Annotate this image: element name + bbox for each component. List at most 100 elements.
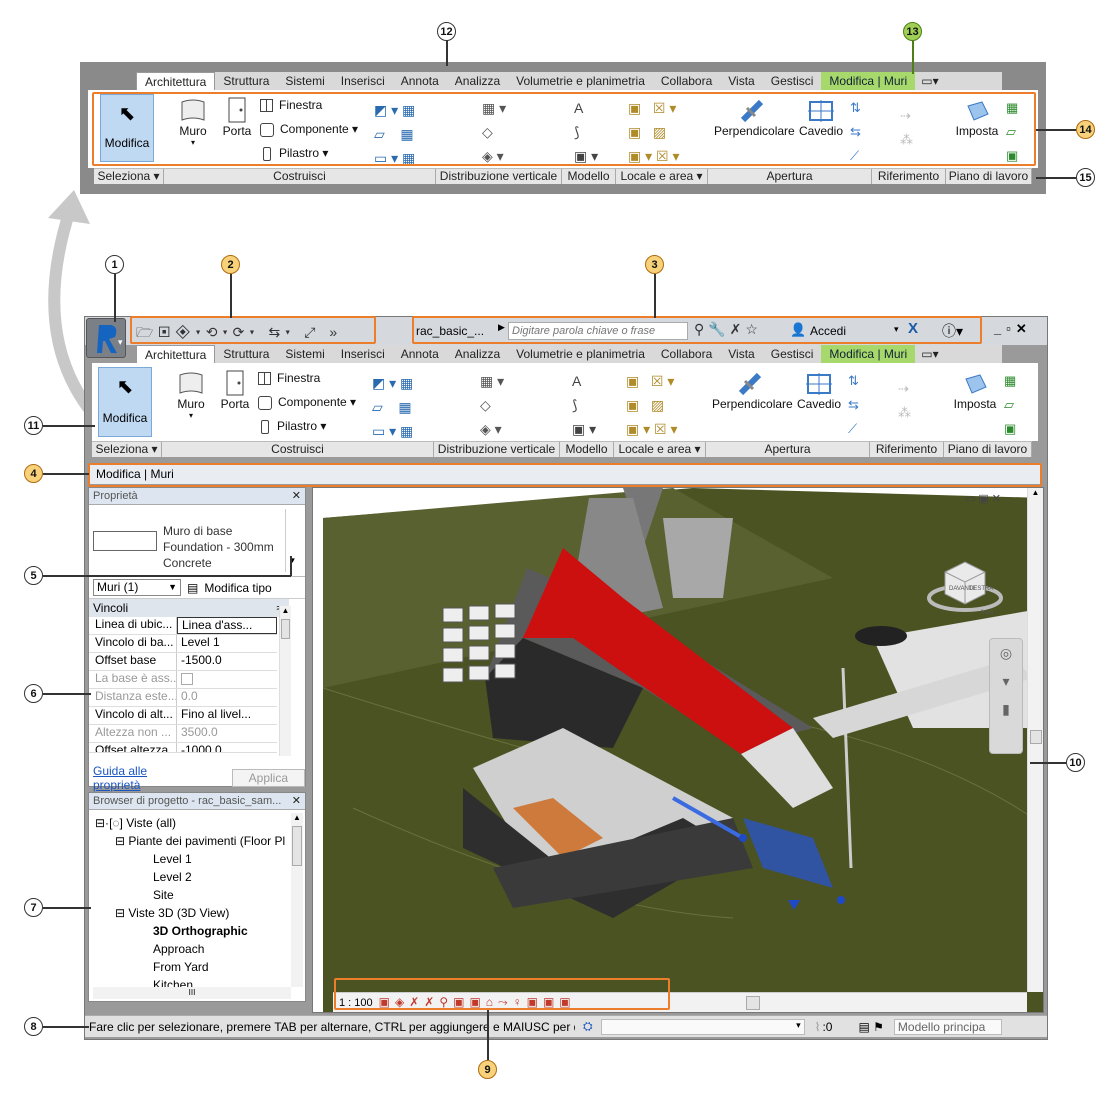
roof-tools-main[interactable]: ◩ ▾ ▦ ▱ ▦ ▭ ▾ ▦ [372, 371, 413, 443]
type-dropdown-icon[interactable]: ▾ [285, 509, 299, 572]
search-tools[interactable]: ⚲🔧✗☆ [694, 321, 762, 338]
tab-modifica-muri-main[interactable]: Modifica | Muri [821, 345, 916, 363]
tab-annota-main[interactable]: Annota [393, 345, 447, 363]
window-button-main[interactable]: Finestra [258, 371, 320, 386]
column-button[interactable]: Pilastro ▾ [260, 146, 328, 161]
window-controls[interactable]: _▫✕ [994, 321, 1032, 337]
tree-item[interactable]: ⊟ Viste 3D (3D View) [95, 904, 289, 922]
tab-gestisci[interactable]: Gestisci [763, 72, 822, 90]
tab-struttura[interactable]: Struttura [215, 72, 277, 90]
tab-volumetrie-main[interactable]: Volumetrie e planimetria [508, 345, 653, 363]
modify-button[interactable]: ⬉ Modifica [100, 94, 154, 162]
tab-inserisci-main[interactable]: Inserisci [333, 345, 393, 363]
viewcube-icon[interactable]: DAVANTI DESTRA front [925, 548, 1005, 618]
browser-hscrollbar[interactable]: III [93, 987, 291, 999]
property-row[interactable]: Distanza este... 0.0 [89, 689, 277, 707]
filter-icon[interactable]: ▤ ⚑ [858, 1020, 883, 1034]
property-row[interactable]: Offset base -1500.0 [89, 653, 277, 671]
tab-inserisci[interactable]: Inserisci [333, 72, 393, 90]
design-option-dropdown[interactable]: Modello principa [893, 1018, 1002, 1035]
opening-side-tools-main[interactable]: ⇅ ⇆ ⟋ [848, 369, 859, 441]
drawing-area[interactable]: ▭▣✕ DAVANTI DESTRA front ◎ ▾ ▮ ▲ 1 : 100 ▣… [312, 487, 1044, 1013]
worksets-icon[interactable]: ⛭ [583, 1019, 593, 1034]
view-scale[interactable]: 1 : 100 [333, 997, 379, 1009]
quick-access-toolbar[interactable]: 🗁▣◈▾⟲▾⟳▾ ⇆▾ ⤢ » [136, 322, 342, 346]
tab-architettura-main[interactable]: Architettura [136, 345, 216, 363]
perpendicular-button-main[interactable]: Perpendicolare [712, 371, 793, 411]
tab-collabora-main[interactable]: Collabora [653, 345, 720, 363]
wall-button-main[interactable]: Muro ▾ [174, 369, 208, 420]
checkbox[interactable] [181, 673, 193, 685]
signin-dropdown-icon[interactable]: ▾ [894, 324, 899, 335]
instance-selector[interactable]: Muri (1) ▼ [93, 579, 181, 596]
tab-modifica-muri[interactable]: Modifica | Muri [821, 72, 916, 90]
view-window-controls[interactable]: ▭▣✕ [965, 492, 1004, 505]
model-tools-main[interactable]: A ⟆ ▣ ▾ [572, 369, 596, 441]
tab-volumetrie[interactable]: Volumetrie e planimetria [508, 72, 653, 90]
apply-button[interactable]: Applica [231, 769, 305, 787]
room-tools-main[interactable]: ▣ ☒ ▾ ▣ ▨ ▣ ▾ ☒ ▾ [626, 369, 678, 441]
editable-icon[interactable]: ⌇ [815, 1020, 821, 1034]
circulation-tools[interactable]: ▦ ▾ ◇ ◈ ▾ [482, 96, 506, 168]
tab-analizza[interactable]: Analizza [447, 72, 508, 90]
tree-item[interactable]: Approach [95, 940, 289, 958]
set-workplane-button[interactable]: Imposta [954, 98, 1000, 138]
modify-button-main[interactable]: ⬉ Modifica [98, 367, 152, 437]
ribbon-minimize-button[interactable]: ▭▾ [915, 72, 944, 90]
tab-gestisci-main[interactable]: Gestisci [763, 345, 822, 363]
door-button-main[interactable]: Porta [220, 369, 250, 411]
panel-label-locale-main[interactable]: Locale e area ▾ [614, 442, 706, 457]
property-row[interactable]: Offset altezza -1000.0 [89, 743, 277, 753]
component-button[interactable]: Componente ▾ [260, 122, 358, 137]
help-icon[interactable]: ⓘ▾ [942, 321, 963, 341]
roof-tools[interactable]: ◩ ▾ ▦ ▱ ▦ ▭ ▾ ▦ [374, 98, 415, 170]
shaft-button-main[interactable]: Cavedio [796, 371, 842, 411]
tree-item-selected[interactable]: 3D Orthographic [95, 922, 289, 940]
property-row[interactable]: Altezza non ... 3500.0 [89, 725, 277, 743]
room-tools[interactable]: ▣ ☒ ▾ ▣ ▨ ▣ ▾ ☒ ▾ [628, 96, 680, 168]
tab-architettura[interactable]: Architettura [136, 72, 216, 90]
properties-help-link[interactable]: Guida alle proprietà [93, 764, 198, 792]
navigation-bar[interactable]: ◎ ▾ ▮ [989, 638, 1023, 754]
close-icon[interactable]: ✕ [292, 488, 301, 505]
panel-label-seleziona[interactable]: Seleziona ▾ [94, 169, 164, 184]
set-workplane-button-main[interactable]: Imposta [952, 371, 998, 411]
edit-type-button[interactable]: Modifica tipo [204, 581, 271, 595]
view-control-bar[interactable]: 1 : 100 ▣◈✗✗⚲▣▣⌂⤳♀▣▣▣ [333, 992, 1027, 1012]
workplane-tools-main[interactable]: ▦ ▱ ▣ [1004, 369, 1016, 441]
property-row[interactable]: La base è ass... [89, 671, 277, 689]
close-icon[interactable]: ✕ [291, 793, 301, 809]
circulation-tools-main[interactable]: ▦ ▾ ◇ ◈ ▾ [480, 369, 504, 441]
model-tools[interactable]: A ⟆ ▣ ▾ [574, 96, 598, 168]
shaft-button[interactable]: Cavedio [798, 98, 844, 138]
tab-annota[interactable]: Annota [393, 72, 447, 90]
panel-label-seleziona-main[interactable]: Seleziona ▾ [92, 442, 162, 457]
tab-struttura-main[interactable]: Struttura [215, 345, 277, 363]
tab-collabora[interactable]: Collabora [653, 72, 720, 90]
opening-side-tools[interactable]: ⇅ ⇆ ⟋ [850, 96, 861, 168]
window-button[interactable]: Finestra [260, 98, 322, 113]
property-row[interactable]: Vincolo di alt... Fino al livel... [89, 707, 277, 725]
workplane-tools[interactable]: ▦ ▱ ▣ [1006, 96, 1018, 168]
tree-item[interactable]: ⊟ Piante dei pavimenti (Floor Pl [95, 832, 289, 850]
type-selector[interactable]: Muro di base Foundation - 300mm Concrete… [89, 505, 305, 577]
tree-item[interactable]: Level 2 [95, 868, 289, 886]
column-button-main[interactable]: Pilastro ▾ [258, 419, 326, 434]
view-vscrollbar[interactable]: ▲ [1027, 488, 1043, 992]
wall-button[interactable]: Muro ▾ [176, 96, 210, 147]
search-input[interactable] [508, 322, 688, 340]
component-button-main[interactable]: Componente ▾ [258, 395, 356, 410]
property-row[interactable]: Linea di ubic... Linea d'ass... [89, 617, 277, 635]
tab-analizza-main[interactable]: Analizza [447, 345, 508, 363]
tab-sistemi-main[interactable]: Sistemi [277, 345, 332, 363]
hscroll-thumb[interactable] [745, 995, 760, 1010]
perpendicular-button[interactable]: Perpendicolare [714, 98, 795, 138]
app-menu-button[interactable]: ▾ [86, 318, 126, 358]
properties-scrollbar[interactable]: ▲ [279, 606, 291, 756]
tab-sistemi[interactable]: Sistemi [277, 72, 332, 90]
tab-vista[interactable]: Vista [720, 72, 762, 90]
ribbon-minimize-button-main[interactable]: ▭▾ [915, 345, 944, 363]
tree-item[interactable]: Site [95, 886, 289, 904]
tree-item[interactable]: Level 1 [95, 850, 289, 868]
panel-label-locale[interactable]: Locale e area ▾ [616, 169, 708, 184]
